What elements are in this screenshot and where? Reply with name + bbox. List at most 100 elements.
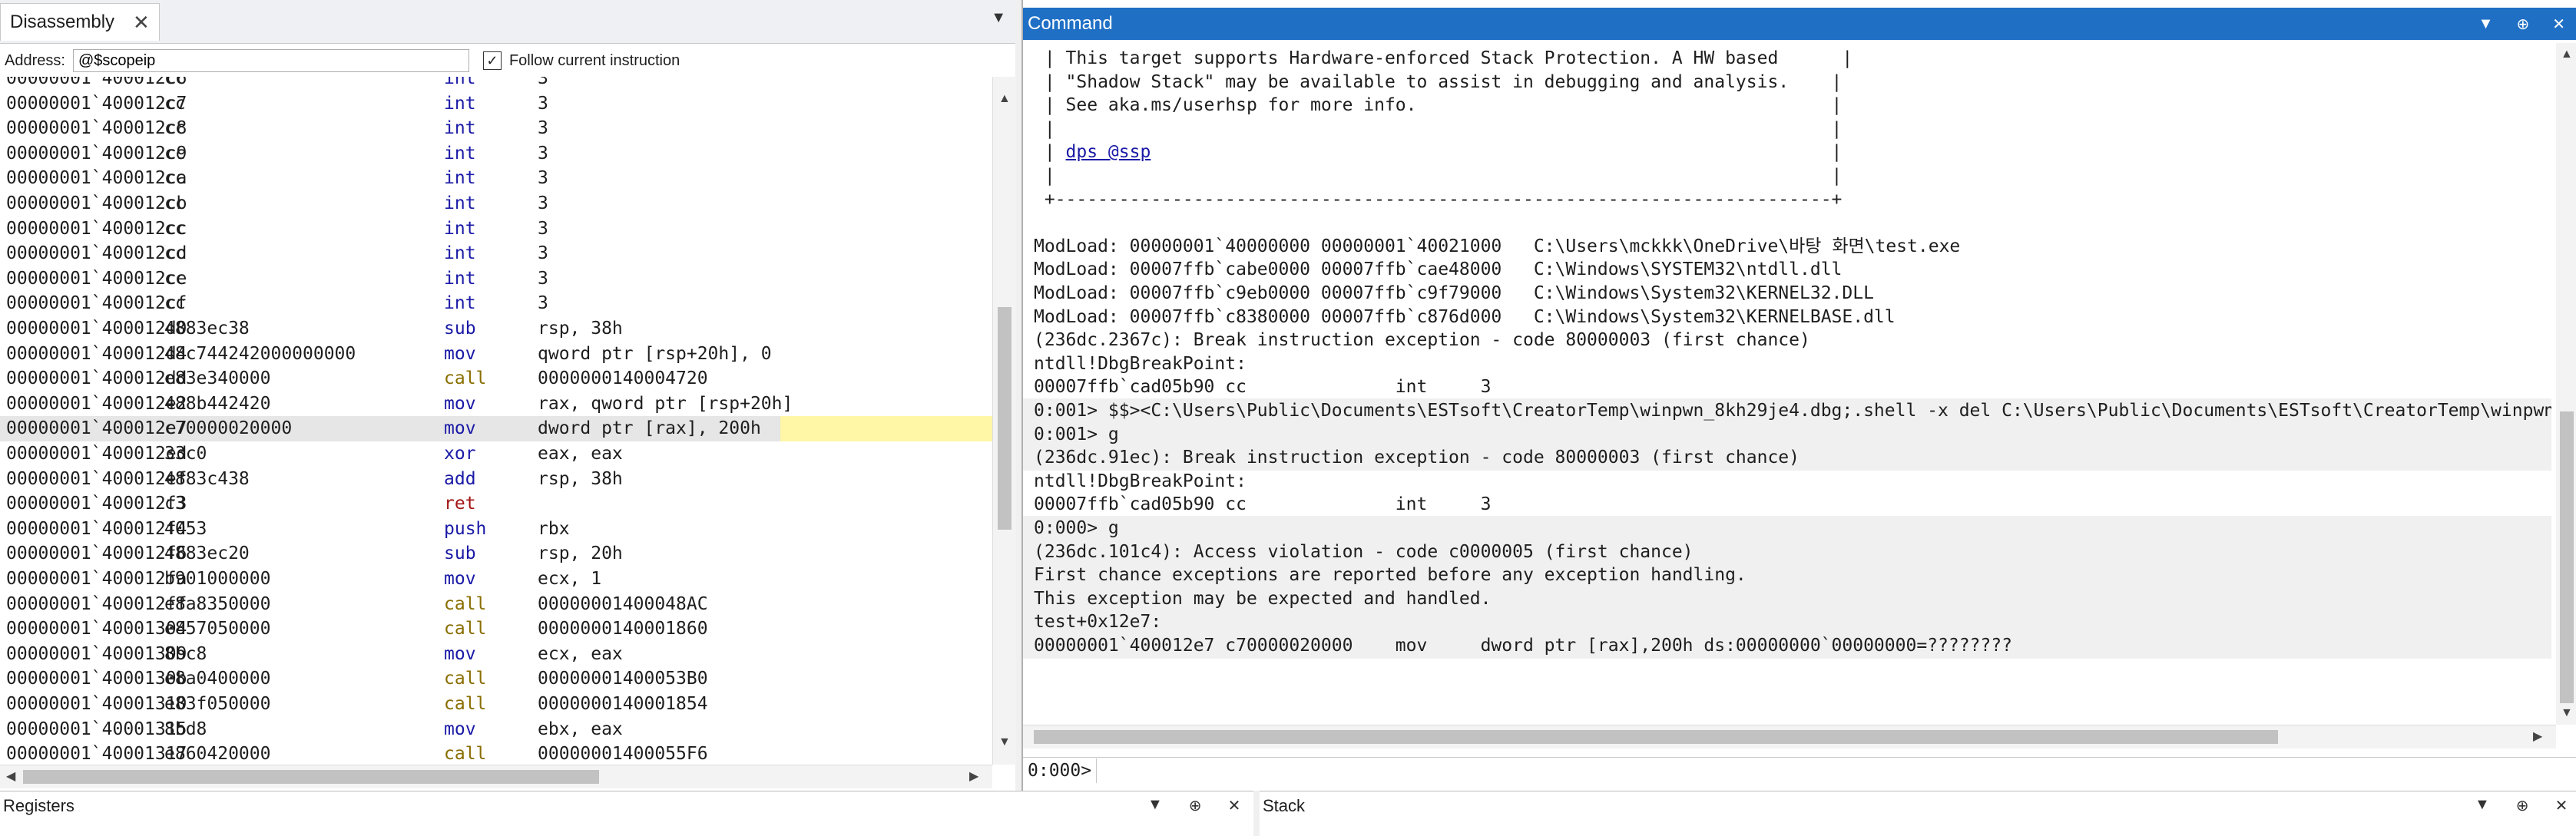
disassembly-row[interactable]: 00000001`400012ca cc int 3 xyxy=(0,166,992,191)
pin-icon[interactable]: ⊕ xyxy=(2516,796,2529,815)
output-text: (236dc.2367c): Break instruction excepti… xyxy=(1034,330,1810,351)
horizontal-scrollbar[interactable]: ▶ xyxy=(1023,725,2556,748)
disassembly-row[interactable]: 00000001`400012fa b901000000 mov ecx, 1 xyxy=(0,567,992,592)
row-address: 00000001`40001315 xyxy=(6,719,187,739)
chevron-down-icon[interactable]: ▼ xyxy=(1147,796,1163,815)
command-output-line: ModLoad: 00007ffb`c9eb0000 00007ffb`c9f7… xyxy=(1034,281,2551,306)
disassembly-row[interactable]: 00000001`400012f6 4883ec20 sub rsp, 20h xyxy=(0,541,992,567)
address-input[interactable] xyxy=(72,49,469,72)
command-output-line: | dps @ssp | xyxy=(1034,140,2551,165)
row-address: 00000001`400012d0 xyxy=(6,319,187,339)
chevron-down-icon[interactable]: ▼ xyxy=(2475,796,2490,815)
chevron-down-icon[interactable]: ▼ xyxy=(2478,15,2494,33)
command-output-line: This exception may be expected and handl… xyxy=(1023,586,2551,612)
disassembly-row[interactable]: 00000001`400012e2 488b442420 mov rax, qword… xyxy=(0,392,992,417)
row-operands: 3 xyxy=(538,143,548,164)
command-pane: Command ▼ ⊕ ✕ | This target supports Har… xyxy=(1021,0,2576,791)
close-icon[interactable]: ✕ xyxy=(2552,15,2565,34)
close-icon[interactable]: ✕ xyxy=(133,11,150,35)
command-output-line: | | xyxy=(1034,164,2551,189)
follow-checkbox[interactable]: ✓ xyxy=(482,51,502,70)
row-bytes: 8bc8 xyxy=(164,643,207,664)
scroll-down-icon[interactable]: ▼ xyxy=(998,735,1011,749)
chevron-down-icon[interactable]: ▼ xyxy=(991,9,1006,27)
scroll-thumb[interactable] xyxy=(1034,730,2278,744)
disassembly-row[interactable]: 00000001`400012c7 cc int 3 xyxy=(0,91,992,117)
row-operands: 0000000140001854 xyxy=(538,694,708,714)
disassembly-row[interactable]: 00000001`400012c6 cc int 3 xyxy=(0,77,992,91)
row-mnemonic: int xyxy=(444,193,476,213)
disassembly-row[interactable]: 00000001`400012ef 4883c438 add rsp, 38h xyxy=(0,467,992,492)
scroll-thumb[interactable] xyxy=(23,770,599,784)
horizontal-scrollbar[interactable]: ◀ ▶ xyxy=(0,765,992,788)
row-mnemonic: mov xyxy=(444,418,476,439)
row-bytes: cc xyxy=(164,93,186,114)
disassembly-row[interactable]: 00000001`400012d0 4883ec38 sub rsp, 38h xyxy=(0,316,992,342)
disassembly-row[interactable]: 00000001`400012f4 4053 push rbx xyxy=(0,517,992,542)
row-bytes: e83e340000 xyxy=(164,368,271,389)
scroll-left-icon[interactable]: ◀ xyxy=(6,768,15,784)
scroll-thumb[interactable] xyxy=(2560,411,2574,703)
row-operands: 3 xyxy=(538,193,548,213)
output-text: ModLoad: 00000001`40000000 00000001`4002… xyxy=(1034,236,1961,256)
command-output-line: 00000001`400012e7 c70000020000 mov dword… xyxy=(1023,633,2551,659)
disassembly-row[interactable]: 00000001`400012d4 48c744242000000000 mov qw… xyxy=(0,342,992,367)
command-output-line: (236dc.91ec): Break instruction exceptio… xyxy=(1023,445,2551,471)
scroll-up-icon[interactable]: ▲ xyxy=(2561,48,2573,61)
vertical-scrollbar[interactable]: ▲ ▼ xyxy=(992,77,1016,765)
close-icon[interactable]: ✕ xyxy=(2555,796,2568,815)
tab-disassembly[interactable]: Disassembly ✕ xyxy=(0,3,160,41)
command-title: Command xyxy=(1028,13,1113,34)
disassembly-row[interactable]: 00000001`40001309 8bc8 mov ecx, eax xyxy=(0,642,992,667)
scroll-thumb[interactable] xyxy=(998,307,1012,530)
stack-pane: Stack ▼ ⊕ ✕ xyxy=(1260,791,2576,836)
row-bytes: b901000000 xyxy=(164,569,271,589)
row-operands: rsp, 20h xyxy=(538,544,623,564)
disassembly-row[interactable]: 00000001`400012c8 cc int 3 xyxy=(0,116,992,141)
disassembly-current-row[interactable]: 00000001`400012e7 c70000020000 mov dword pt… xyxy=(0,416,992,442)
pin-icon[interactable]: ⊕ xyxy=(2516,15,2529,34)
pin-icon[interactable]: ⊕ xyxy=(1189,796,1202,815)
command-input[interactable] xyxy=(1096,758,2576,783)
disassembly-row[interactable]: 00000001`400012cb cc int 3 xyxy=(0,191,992,216)
address-bar: Address: ✓ Follow current instruction xyxy=(0,45,1015,77)
output-text: (236dc.91ec): Break instruction exceptio… xyxy=(1034,448,1800,468)
row-address: 00000001`400012f3 xyxy=(6,494,187,514)
disassembly-list[interactable]: 00000001`400012c6 cc int 3 00000001`400012c7… xyxy=(0,77,992,765)
disassembly-row[interactable]: 00000001`400012c9 cc int 3 xyxy=(0,141,992,167)
disassembly-row[interactable]: 00000001`40001304 e857050000 call 000000014… xyxy=(0,616,992,642)
disassembly-row[interactable]: 00000001`400012dd e83e340000 call 000000014… xyxy=(0,366,992,392)
disassembly-row[interactable]: 00000001`400012cf cc int 3 xyxy=(0,291,992,316)
disassembly-row[interactable]: 00000001`4000130b e8a0400000 call 000000014… xyxy=(0,666,992,692)
row-operands: 00000001400048AC xyxy=(538,593,708,614)
row-bytes: c70000020000 xyxy=(164,418,293,439)
row-operands: 0000000140004720 xyxy=(538,368,708,389)
command-output[interactable]: | This target supports Hardware-enforced… xyxy=(1023,43,2551,703)
disassembly-row[interactable]: 00000001`400012ff e8a8350000 call 000000014… xyxy=(0,592,992,617)
close-icon[interactable]: ✕ xyxy=(1228,796,1241,815)
row-operands: qword ptr [rsp+20h], 0 xyxy=(538,343,772,364)
row-bytes: 4883ec38 xyxy=(164,319,250,339)
disassembly-row[interactable]: 00000001`40001317 e860420000 call 000000014… xyxy=(0,742,992,765)
disassembly-row[interactable]: 00000001`40001310 e83f050000 call 000000014… xyxy=(0,692,992,717)
row-mnemonic: int xyxy=(444,293,476,314)
dps-ssp-link[interactable]: dps @ssp xyxy=(1066,142,1151,162)
disassembly-row[interactable]: 00000001`400012ce cc int 3 xyxy=(0,266,992,292)
scroll-right-icon[interactable]: ▶ xyxy=(969,768,978,784)
disassembly-row[interactable]: 00000001`400012ed 33c0 xor eax, eax xyxy=(0,441,992,467)
command-output-line: 0:001> g xyxy=(1023,421,2551,448)
command-input-row: 0:000> xyxy=(1023,757,2576,784)
row-address: 00000001`40001317 xyxy=(6,744,187,765)
scroll-up-icon[interactable]: ▲ xyxy=(998,92,1011,106)
scroll-right-icon[interactable]: ▶ xyxy=(2533,729,2542,744)
vertical-scrollbar[interactable]: ▲ ▼ xyxy=(2556,43,2576,725)
row-address: 00000001`400012e2 xyxy=(6,393,187,414)
disassembly-row[interactable]: 00000001`400012cc cc int 3 xyxy=(0,216,992,242)
disassembly-row[interactable]: 00000001`400012cd cc int 3 xyxy=(0,241,992,266)
output-text: ntdll!DbgBreakPoint: xyxy=(1034,471,1247,491)
disassembly-row[interactable]: 00000001`400012f3 c3 ret xyxy=(0,491,992,517)
disassembly-row[interactable]: 00000001`40001315 8bd8 mov ebx, eax xyxy=(0,717,992,742)
command-output-line: test+0x12e7: xyxy=(1023,610,2551,636)
registers-title: Registers xyxy=(3,796,74,815)
scroll-down-icon[interactable]: ▼ xyxy=(2561,706,2573,720)
